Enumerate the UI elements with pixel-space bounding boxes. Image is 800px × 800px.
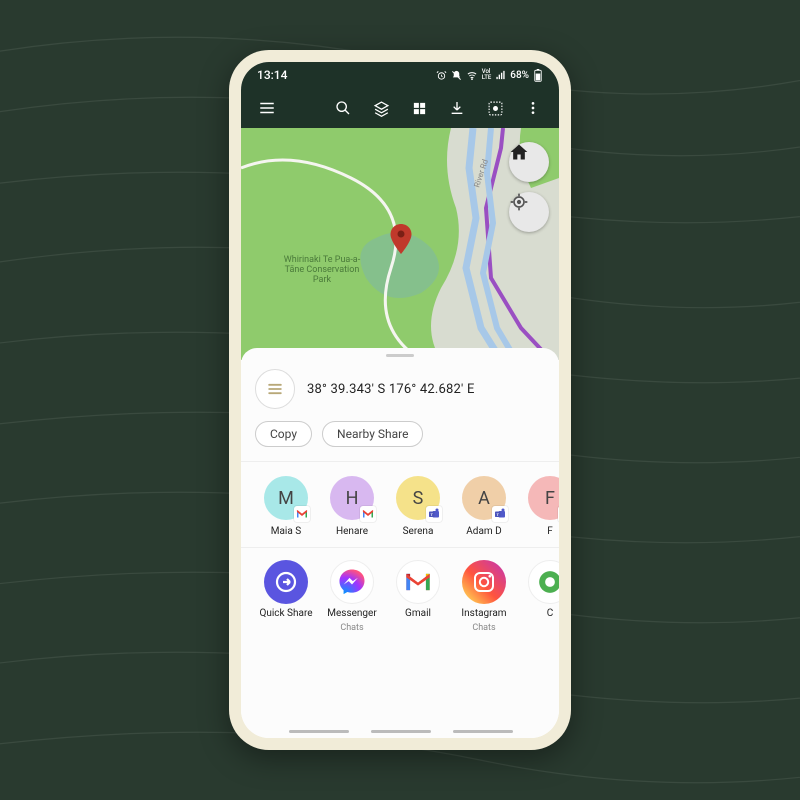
- app-sub: Chats: [340, 623, 363, 633]
- nearby-share-button[interactable]: Nearby Share: [322, 421, 423, 447]
- contact-name: Maia S: [271, 526, 301, 537]
- more-vert-icon: [525, 100, 541, 116]
- nav-home[interactable]: [371, 730, 431, 733]
- home-icon: [509, 142, 529, 162]
- status-bar: 13:14 VolLTE 68%: [241, 62, 559, 88]
- battery-icon: [533, 69, 543, 82]
- map-pin-icon: [389, 224, 413, 254]
- contact-name: Henare: [336, 526, 368, 537]
- screen: 13:14 VolLTE 68%: [241, 62, 559, 738]
- nztopo-icon: [265, 379, 285, 399]
- wifi-icon: [466, 70, 478, 81]
- via-badge-icon: [360, 506, 376, 522]
- share-app-Instagram[interactable]: Instagram Chats: [453, 560, 515, 633]
- app-toolbar: [241, 88, 559, 128]
- app-name: Messenger: [327, 608, 377, 619]
- via-badge-icon: T: [492, 506, 508, 522]
- grid-button[interactable]: [403, 92, 435, 124]
- source-app-icon: [255, 369, 295, 409]
- phone-frame: 13:14 VolLTE 68%: [229, 50, 571, 750]
- contact-name: Adam D: [466, 526, 501, 537]
- contact-name: Serena: [403, 526, 434, 537]
- avatar: F T: [528, 476, 559, 520]
- avatar-initial: A: [478, 488, 490, 509]
- signal-icon: [495, 70, 506, 81]
- avatar: S T: [396, 476, 440, 520]
- copy-button[interactable]: Copy: [255, 421, 312, 447]
- via-badge-icon: [294, 506, 310, 522]
- grid-icon: [412, 101, 427, 116]
- via-badge-icon: T: [426, 506, 442, 522]
- contact-F[interactable]: F T F: [519, 476, 559, 537]
- contact-Maia S[interactable]: M Maia S: [255, 476, 317, 537]
- contact-Adam D[interactable]: A T Adam D: [453, 476, 515, 537]
- contact-name: F: [547, 526, 553, 537]
- app-sub: Chats: [472, 623, 495, 633]
- mute-icon: [451, 70, 462, 81]
- contacts-row: M Maia S H Henare S T Serena A T Adam D …: [241, 462, 559, 547]
- search-icon: [335, 100, 351, 116]
- sheet-handle[interactable]: [386, 354, 414, 357]
- status-icons: VolLTE 68%: [436, 69, 543, 82]
- alarm-icon: [436, 70, 447, 81]
- avatar-initial: M: [278, 488, 294, 509]
- via-badge-icon: T: [558, 506, 559, 522]
- screenshot-icon: [487, 100, 504, 117]
- screenshot-button[interactable]: [479, 92, 511, 124]
- crosshair-icon: [509, 192, 529, 212]
- app-name: C: [547, 608, 554, 619]
- app-name: Gmail: [405, 608, 431, 619]
- share-app-Gmail[interactable]: Gmail: [387, 560, 449, 633]
- status-time: 13:14: [257, 68, 287, 82]
- share-sheet: 38° 39.343' S 176° 42.682' E Copy Nearby…: [241, 348, 559, 738]
- download-icon: [449, 100, 465, 116]
- menu-button[interactable]: [251, 92, 283, 124]
- download-button[interactable]: [441, 92, 473, 124]
- apps-row: Quick Share Messenger Chats Gmail Instag…: [241, 548, 559, 641]
- search-button[interactable]: [327, 92, 359, 124]
- map-view[interactable]: River Rd Whirinaki Te Pua-a-Tāne Conserv…: [241, 128, 559, 360]
- battery-percent: 68%: [510, 70, 529, 81]
- share-app-C[interactable]: C: [519, 560, 559, 633]
- nav-recent[interactable]: [289, 730, 349, 733]
- avatar: M: [264, 476, 308, 520]
- park-label: Whirinaki Te Pua-a-Tāne Conservation Par…: [283, 256, 361, 286]
- vol-lte-label: VolLTE: [482, 69, 492, 81]
- avatar: H: [330, 476, 374, 520]
- layers-icon: [373, 100, 390, 117]
- locate-fab[interactable]: [509, 192, 549, 232]
- hamburger-icon: [258, 99, 276, 117]
- contact-Serena[interactable]: S T Serena: [387, 476, 449, 537]
- coordinates-text: 38° 39.343' S 176° 42.682' E: [307, 382, 475, 397]
- overflow-button[interactable]: [517, 92, 549, 124]
- app-name: Quick Share: [259, 608, 312, 619]
- avatar-initial: S: [413, 488, 424, 509]
- avatar: A T: [462, 476, 506, 520]
- share-app-Messenger[interactable]: Messenger Chats: [321, 560, 383, 633]
- avatar-initial: F: [545, 488, 555, 509]
- avatar-initial: H: [346, 488, 359, 509]
- coordinate-row: 38° 39.343' S 176° 42.682' E: [241, 361, 559, 421]
- contact-Henare[interactable]: H Henare: [321, 476, 383, 537]
- share-app-Quick Share[interactable]: Quick Share: [255, 560, 317, 633]
- layers-button[interactable]: [365, 92, 397, 124]
- nav-back[interactable]: [453, 730, 513, 733]
- app-name: Instagram: [461, 608, 506, 619]
- home-fab[interactable]: [509, 142, 549, 182]
